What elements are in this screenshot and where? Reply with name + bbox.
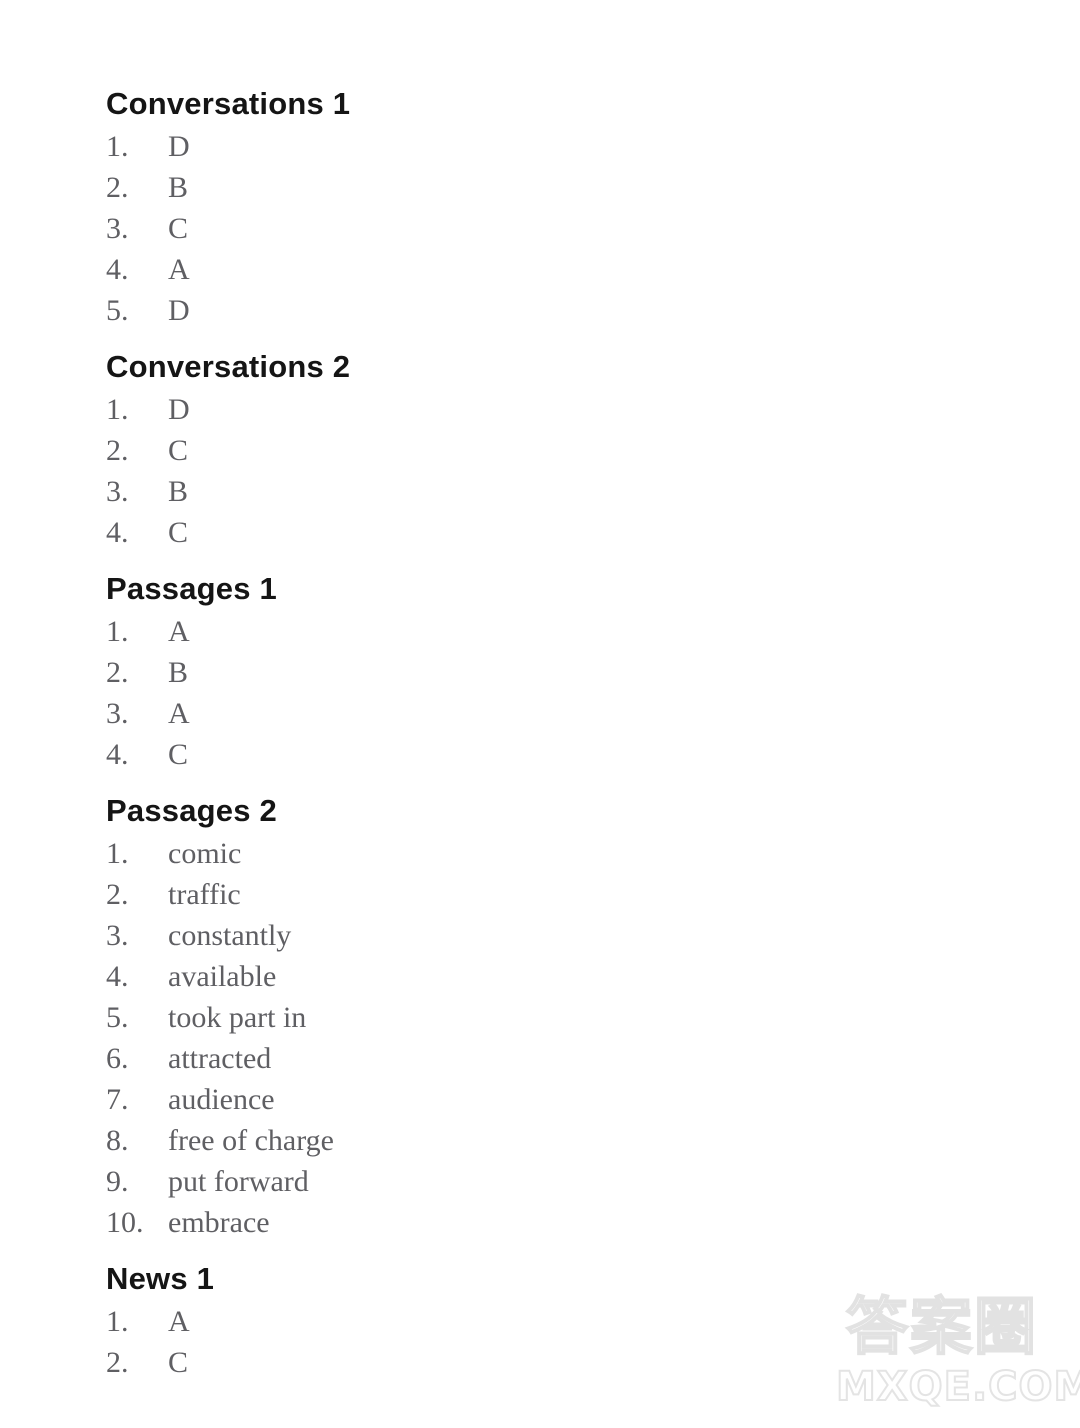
answer-number: 9. [106, 1165, 129, 1198]
answer-number: 4. [106, 738, 129, 771]
answer-section: Conversations 1 1. D 2. B 3. C 4. A 5. D [106, 84, 866, 331]
answer-row: 3. constantly [106, 915, 866, 956]
watermark: 答案圈 MXQE.COM [832, 1290, 1080, 1414]
answer-value: C [168, 212, 189, 245]
answer-value: took part in [168, 1001, 307, 1034]
section-heading: News 1 [106, 1261, 215, 1296]
answer-row: 8. free of charge [106, 1120, 866, 1161]
answer-number: 1. [106, 615, 129, 648]
answer-value: D [168, 294, 190, 327]
answer-value: B [168, 171, 189, 204]
answer-key-content: Conversations 1 1. D 2. B 3. C 4. A 5. D Conversati… [106, 84, 866, 1387]
answer-row: 4. available [106, 956, 866, 997]
section-heading: Conversations 2 [106, 349, 351, 384]
answer-row: 2. B [106, 167, 866, 208]
section-heading: Passages 1 [106, 571, 277, 606]
answer-row: 5. took part in [106, 997, 866, 1038]
answer-list: 1. comic 2. traffic 3. constantly 4. available 5… [106, 833, 866, 1243]
answer-value: C [168, 738, 189, 771]
watermark-domain-text: MXQE.COM [835, 1363, 1080, 1411]
answer-value: A [168, 615, 190, 648]
answer-row: 2. C [106, 430, 866, 471]
answer-value: traffic [168, 878, 241, 911]
answer-value: audience [168, 1083, 275, 1116]
answer-list: 1. D 2. C 3. B 4. C [106, 389, 866, 553]
answer-row: 7. audience [106, 1079, 866, 1120]
answer-number: 5. [106, 294, 129, 327]
answer-section: Passages 2 1. comic 2. traffic 3. constantly 4.… [106, 791, 866, 1243]
answer-number: 2. [106, 656, 129, 689]
answer-list: 1. A 2. B 3. A 4. C [106, 611, 866, 775]
answer-value: constantly [168, 919, 292, 952]
answer-value: put forward [168, 1165, 309, 1198]
answer-number: 8. [106, 1124, 129, 1157]
answer-row: 2. B [106, 652, 866, 693]
answer-value: A [168, 253, 190, 286]
answer-number: 6. [106, 1042, 129, 1075]
answer-row: 5. D [106, 290, 866, 331]
answer-value: comic [168, 837, 242, 870]
answer-number: 4. [106, 960, 129, 993]
answer-value: embrace [168, 1206, 270, 1239]
answer-value: A [168, 697, 190, 730]
answer-value: B [168, 475, 189, 508]
answer-row: 1. A [106, 611, 866, 652]
answer-value: A [168, 1305, 190, 1338]
answer-number: 7. [106, 1083, 129, 1116]
answer-row: 1. A [106, 1301, 866, 1342]
answer-row: 2. traffic [106, 874, 866, 915]
answer-row: 2. C [106, 1342, 866, 1383]
answer-number: 2. [106, 434, 129, 467]
answer-number: 3. [106, 475, 129, 508]
answer-number: 2. [106, 171, 129, 204]
answer-value: free of charge [168, 1124, 334, 1157]
answer-value: C [168, 1346, 189, 1379]
answer-number: 4. [106, 516, 129, 549]
answer-row: 9. put forward [106, 1161, 866, 1202]
section-heading: Passages 2 [106, 793, 277, 828]
answer-number: 5. [106, 1001, 129, 1034]
answer-section: News 1 1. A 2. C [106, 1259, 866, 1383]
answer-number: 10. [106, 1206, 144, 1239]
answer-row: 4. C [106, 512, 866, 553]
answer-number: 4. [106, 253, 129, 286]
answer-value: C [168, 516, 189, 549]
answer-row: 3. B [106, 471, 866, 512]
answer-value: D [168, 130, 190, 163]
answer-row: 6. attracted [106, 1038, 866, 1079]
answer-row: 1. D [106, 126, 866, 167]
answer-value: C [168, 434, 189, 467]
watermark-cjk-text: 答案圈 [845, 1290, 1039, 1363]
answer-row: 4. C [106, 734, 866, 775]
answer-value: B [168, 656, 189, 689]
answer-row: 1. D [106, 389, 866, 430]
answer-row: 10. embrace [106, 1202, 866, 1243]
answer-number: 3. [106, 919, 129, 952]
answer-value: available [168, 960, 277, 993]
answer-list: 1. A 2. C [106, 1301, 866, 1383]
answer-value: attracted [168, 1042, 272, 1075]
answer-number: 1. [106, 393, 129, 426]
answer-number: 1. [106, 1305, 129, 1338]
answer-number: 1. [106, 130, 129, 163]
answer-row: 1. comic [106, 833, 866, 874]
answer-number: 3. [106, 212, 129, 245]
answer-row: 4. A [106, 249, 866, 290]
answer-list: 1. D 2. B 3. C 4. A 5. D [106, 126, 866, 331]
answer-number: 1. [106, 837, 129, 870]
answer-value: D [168, 393, 190, 426]
answer-number: 2. [106, 878, 129, 911]
answer-number: 3. [106, 697, 129, 730]
section-heading: Conversations 1 [106, 86, 351, 121]
answer-row: 3. A [106, 693, 866, 734]
answer-key-page: Conversations 1 1. D 2. B 3. C 4. A 5. D Conversati… [0, 0, 1080, 1428]
answer-section: Conversations 2 1. D 2. C 3. B 4. C [106, 347, 866, 553]
answer-row: 3. C [106, 208, 866, 249]
answer-number: 2. [106, 1346, 129, 1379]
answer-section: Passages 1 1. A 2. B 3. A 4. C [106, 569, 866, 775]
